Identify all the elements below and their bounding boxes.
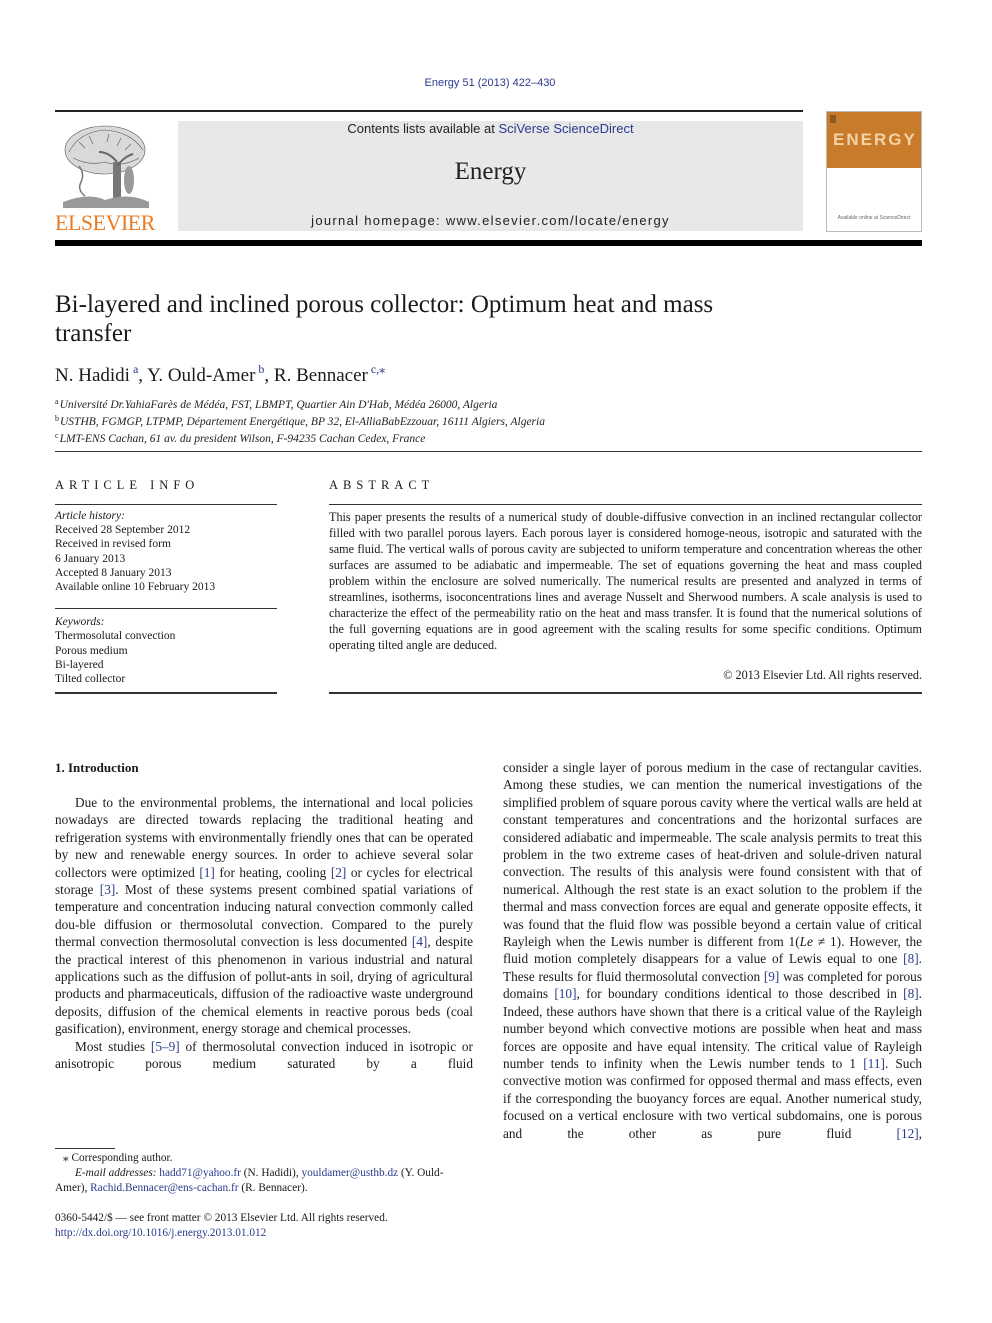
history-item: Received 28 September 2012: [55, 524, 191, 537]
issn-line: 0360-5442/$ — see front matter © 2013 El…: [55, 1212, 388, 1224]
front-matter: 0360-5442/$ — see front matter © 2013 El…: [55, 1211, 473, 1241]
info-bottom-rule: [55, 692, 277, 694]
email-link[interactable]: Rachid.Bennacer@ens-cachan.fr: [90, 1182, 238, 1194]
email-link[interactable]: youldamer@usthb.dz: [301, 1167, 398, 1179]
header-thick-rule: [55, 240, 922, 246]
reference-link[interactable]: [4]: [412, 934, 428, 949]
abstract-bottom-rule: [329, 692, 922, 694]
reference-link[interactable]: [2]: [331, 865, 347, 880]
reference-link[interactable]: [11]: [863, 1056, 885, 1071]
journal-name: Energy: [454, 158, 527, 185]
elsevier-tree-icon: [63, 125, 149, 208]
history-label: Article history:: [55, 510, 125, 522]
cover-band: ENERGY: [827, 112, 921, 168]
email-addresses: E-mail addresses: hadd71@yahoo.fr (N. Ha…: [55, 1167, 444, 1194]
journal-banner: Contents lists available at SciVerse Sci…: [178, 121, 803, 231]
history-item: Received in revised form: [55, 538, 171, 551]
affiliation: bUSTHB, FGMGP, LTPMP, Département Energé…: [55, 414, 545, 428]
reference-link[interactable]: [9]: [764, 969, 780, 984]
reference-link[interactable]: [8]: [903, 951, 919, 966]
cover-footer: Available online at ScienceDirect: [837, 215, 911, 221]
article-title: Bi-layered and inclined porous collector…: [55, 291, 714, 347]
corresponding-author-note: ⁎ Corresponding author.: [63, 1152, 173, 1164]
footnotes: ⁎ Corresponding author. E-mail addresses…: [55, 1151, 473, 1196]
history-item: Available online 10 February 2013: [55, 581, 216, 594]
cover-title: ENERGY: [833, 130, 917, 149]
elsevier-wordmark: ELSEVIER: [55, 210, 155, 235]
section-heading-introduction: 1. Introduction: [55, 760, 139, 775]
keywords-rule: [55, 594, 277, 610]
reference-link[interactable]: [3]: [100, 882, 116, 897]
keyword[interactable]: Thermosolutal convection: [55, 629, 277, 643]
reference-link[interactable]: [1]: [199, 865, 215, 880]
paragraph: Most studies [5–9] of thermosolutal conv…: [55, 1038, 473, 1072]
body-column-right: consider a single layer of porous medium…: [503, 760, 923, 1141]
abstract-rule: [329, 504, 922, 505]
homepage-link[interactable]: www.elsevier.com/locate/energy: [446, 213, 670, 228]
author[interactable]: R. Bennacer c,⁎: [274, 362, 385, 386]
reference-link[interactable]: [10]: [554, 986, 576, 1001]
keyword[interactable]: Bi-layered: [55, 658, 277, 672]
keywords-label: Keywords:: [55, 616, 105, 629]
reference-link[interactable]: [8]: [903, 986, 919, 1001]
body-column-left: Due to the environmental problems, the i…: [55, 794, 473, 1073]
history-item: Accepted 8 January 2013: [55, 566, 172, 579]
article-info-heading: ARTICLE INFO: [55, 478, 200, 492]
elsevier-logo[interactable]: ELSEVIER: [55, 118, 155, 235]
journal-citation-link[interactable]: Energy 51 (2013) 422–430: [0, 77, 980, 89]
author[interactable]: Y. Ould-Amer b: [147, 362, 264, 386]
affiliations: aUniversité Dr.YahiaFarès de Médéa, FST,…: [55, 395, 545, 446]
footnote-rule: [55, 1148, 115, 1149]
author-list: N. Hadidi a, Y. Ould-Amer b, R. Bennacer c,…: [55, 362, 386, 386]
paragraph: Due to the environmental problems, the i…: [55, 795, 473, 1037]
contents-line: Contents lists available at SciVerse Sci…: [347, 121, 634, 136]
header-rule: [55, 110, 803, 112]
history-item: 6 January 2013: [55, 552, 126, 565]
affiliation-marker[interactable]: c,⁎: [371, 362, 385, 376]
reference-link[interactable]: [12]: [897, 1126, 919, 1141]
abstract-copyright: © 2013 Elsevier Ltd. All rights reserved…: [723, 668, 922, 682]
section-divider: [55, 451, 922, 452]
journal-homepage: journal homepage: www.elsevier.com/locat…: [311, 213, 670, 228]
reference-link[interactable]: [5–9]: [151, 1039, 180, 1054]
keyword[interactable]: Porous medium: [55, 644, 277, 658]
doi-link[interactable]: http://dx.doi.org/10.1016/j.energy.2013.…: [55, 1227, 266, 1239]
email-link[interactable]: hadd71@yahoo.fr: [159, 1167, 241, 1179]
cover-logo-icon: [830, 115, 836, 123]
abstract-text: This paper presents the results of a num…: [329, 510, 922, 652]
affiliation: cLMT-ENS Cachan, 61 av. du president Wil…: [55, 431, 426, 445]
abstract-heading: ABSTRACT: [329, 478, 435, 492]
info-rule: [55, 504, 277, 505]
journal-cover-thumbnail[interactable]: ENERGY Available online at ScienceDirect: [826, 111, 922, 232]
article-info: Article history: Received 28 September 2…: [55, 509, 277, 686]
keyword[interactable]: Tilted collector: [55, 672, 277, 686]
affiliation: aUniversité Dr.YahiaFarès de Médéa, FST,…: [55, 397, 498, 411]
author[interactable]: N. Hadidi a: [55, 362, 138, 386]
sciencedirect-link[interactable]: SciVerse ScienceDirect: [498, 121, 633, 136]
